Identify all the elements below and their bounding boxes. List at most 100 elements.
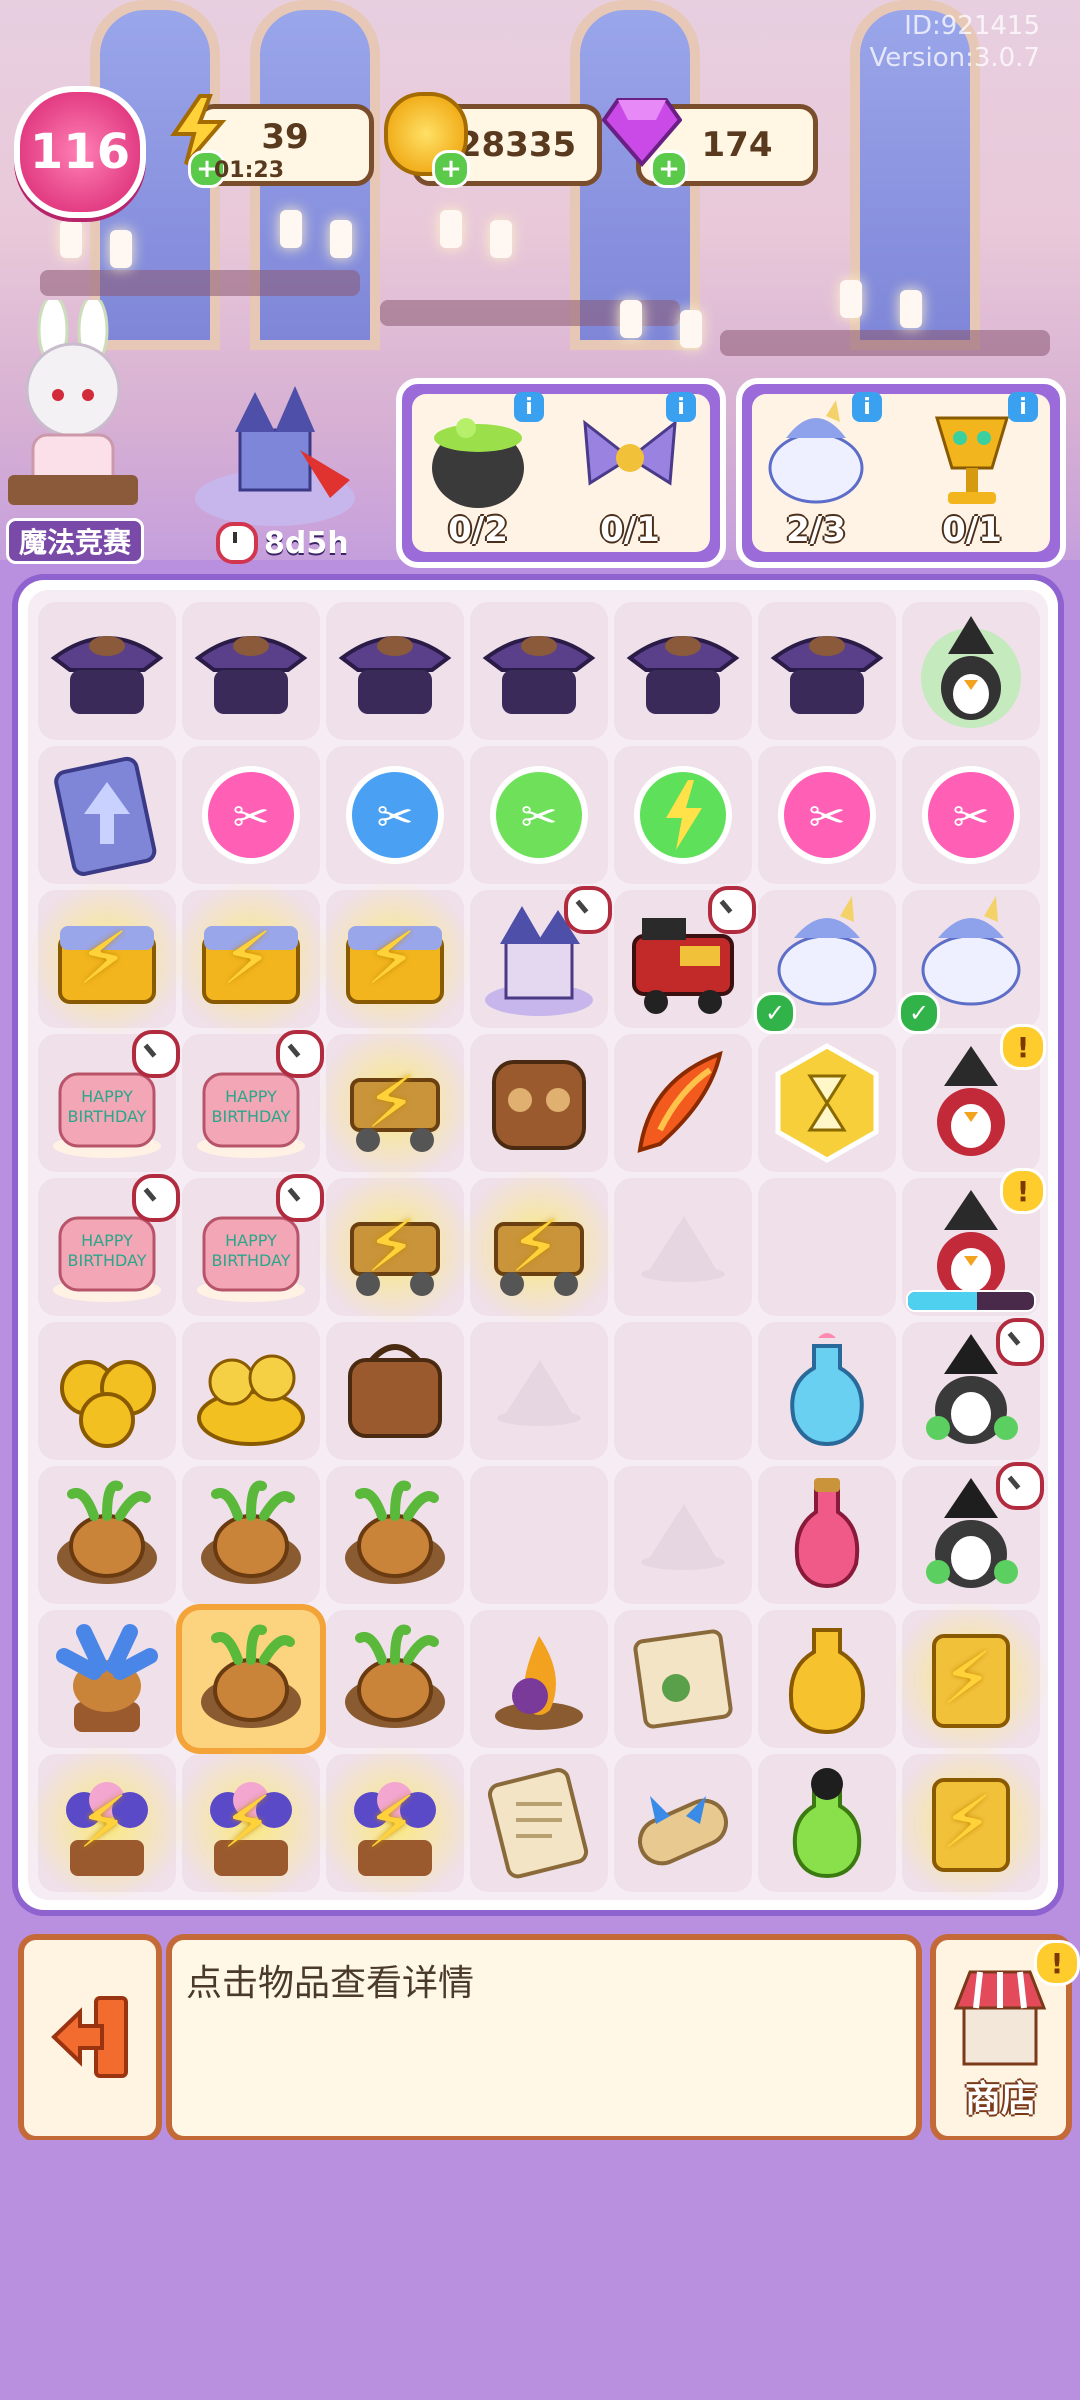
board-cell[interactable]	[614, 1034, 752, 1172]
board-cell[interactable]	[38, 746, 176, 884]
board-cell[interactable]	[470, 1322, 608, 1460]
board-cell[interactable]	[470, 1610, 608, 1748]
board-cell[interactable]	[470, 602, 608, 740]
board-cell[interactable]	[902, 1462, 1044, 1604]
board-cell[interactable]: ✂	[758, 746, 896, 884]
board-cell[interactable]	[758, 1610, 896, 1748]
order-item-bow-ribbon[interactable]: i 0/1	[570, 392, 696, 550]
board-cell[interactable]	[470, 886, 612, 1028]
board-cell[interactable]	[758, 602, 896, 740]
info-icon[interactable]: i	[852, 392, 882, 422]
board-cell[interactable]: ✂	[902, 746, 1040, 884]
event-castle-icon[interactable]	[190, 380, 360, 530]
potion-pink-icon	[764, 1472, 890, 1598]
exit-door-icon	[51, 1996, 128, 2078]
add-gems-button[interactable]: +	[650, 150, 688, 188]
board-cell[interactable]: ✂	[182, 746, 320, 884]
board-cell[interactable]: ✓	[898, 890, 1040, 1034]
production-progress-bar	[906, 1290, 1036, 1312]
board-cell[interactable]	[326, 1322, 464, 1460]
board-cell[interactable]: ⚡	[172, 880, 330, 1038]
order-item-cauldron[interactable]: i 0/2	[418, 392, 544, 550]
board-cell[interactable]	[758, 1466, 896, 1604]
info-icon[interactable]: i	[666, 392, 696, 422]
board-cell[interactable]	[470, 1466, 608, 1604]
board-cell[interactable]: ⚡	[316, 880, 474, 1038]
svg-text:HAPPY: HAPPY	[81, 1231, 133, 1250]
svg-text:HAPPY: HAPPY	[81, 1087, 133, 1106]
board-cell[interactable]: HAPPY BIRTHDAY	[38, 1030, 180, 1172]
board-cell[interactable]: ✓	[754, 890, 896, 1034]
order-card-1[interactable]: i 0/2 i 0/1	[396, 378, 726, 568]
board-cell[interactable]	[470, 1034, 608, 1172]
board-cell[interactable]	[614, 602, 752, 740]
board-cell[interactable]: ⚡	[28, 880, 186, 1038]
board-cell[interactable]: ⚡	[460, 1168, 618, 1326]
candle	[280, 210, 302, 248]
merge-board: ✂ ✂ ✂ ✂ ✂ ⚡ ⚡ ⚡ ✓ ✓ HAPPY BIRTHDAY HAPPY BIRTHDAY ⚡! HA…	[18, 580, 1058, 1910]
board-cell[interactable]: HAPPY BIRTHDAY	[182, 1174, 324, 1316]
add-coins-button[interactable]: +	[432, 150, 470, 188]
witch-table-icon	[476, 608, 602, 734]
board-cell[interactable]	[902, 602, 1040, 740]
order-count: 0/2	[448, 510, 508, 550]
potion-blue-icon	[764, 1328, 890, 1454]
event-title[interactable]: 魔法竞赛	[6, 518, 145, 564]
player-level-badge[interactable]: 116	[14, 86, 146, 218]
candle	[330, 220, 352, 258]
board-cell[interactable]	[614, 1466, 752, 1604]
lock-bolt-icon: ⚡	[942, 1636, 993, 1720]
board-cell[interactable]: HAPPY BIRTHDAY	[182, 1030, 324, 1172]
board-cell[interactable]	[758, 1754, 896, 1892]
board-cell[interactable]: ⚡	[316, 1024, 474, 1182]
board-cell[interactable]	[182, 1610, 320, 1748]
board-cell[interactable]	[326, 602, 464, 740]
board-cell[interactable]	[758, 1034, 896, 1172]
board-cell[interactable]: ⚡	[316, 1744, 474, 1902]
board-cell[interactable]	[758, 1322, 896, 1460]
hat-placeholder-icon	[640, 1500, 726, 1570]
clock-icon	[216, 522, 258, 564]
board-cell[interactable]	[470, 1754, 608, 1892]
board-cell[interactable]: ✂	[470, 746, 608, 884]
board-cell[interactable]	[614, 886, 756, 1028]
bunny-character[interactable]	[8, 294, 138, 520]
board-cell[interactable]	[614, 1754, 752, 1892]
board-cell[interactable]	[326, 1610, 464, 1748]
board-cell[interactable]	[38, 602, 176, 740]
board-cell[interactable]: ⚡	[172, 1744, 330, 1902]
scroll-bow-icon	[620, 1760, 746, 1886]
board-cell[interactable]: ⚡	[892, 1600, 1050, 1758]
board-cell[interactable]	[614, 746, 752, 884]
board-cell[interactable]: !	[902, 1024, 1046, 1172]
order-item-unicorn[interactable]: i 2/3	[756, 392, 882, 550]
board-cell[interactable]	[182, 602, 320, 740]
board-cell[interactable]	[182, 1322, 320, 1460]
info-icon[interactable]: i	[1008, 392, 1038, 422]
order-card-2[interactable]: i 2/3 i 0/1	[736, 378, 1066, 568]
order-item-goblet[interactable]: i 0/1	[912, 392, 1038, 550]
potion-green-cat-icon	[764, 1760, 890, 1886]
board-cell[interactable]: ⚡	[28, 1744, 186, 1902]
board-cell[interactable]	[614, 1178, 752, 1316]
board-cell[interactable]	[38, 1610, 176, 1748]
board-cell[interactable]: ⚡	[892, 1744, 1050, 1902]
board-cell[interactable]: HAPPY BIRTHDAY	[38, 1174, 180, 1316]
witch-table-icon	[332, 608, 458, 734]
shop-button[interactable]: ! 商店	[930, 1934, 1080, 2142]
board-cell[interactable]: ✂	[326, 746, 464, 884]
board-cell[interactable]	[614, 1322, 752, 1460]
info-icon[interactable]: i	[514, 392, 544, 422]
board-cell[interactable]	[38, 1322, 176, 1460]
board-cell[interactable]	[758, 1178, 896, 1316]
svg-text:HAPPY: HAPPY	[225, 1087, 277, 1106]
board-cell[interactable]	[326, 1466, 464, 1604]
board-cell[interactable]	[38, 1466, 176, 1604]
exit-button[interactable]	[18, 1934, 162, 2142]
board-cell[interactable]	[614, 1610, 752, 1748]
board-cell[interactable]	[902, 1318, 1044, 1460]
svg-text:✂: ✂	[953, 792, 990, 843]
board-cell[interactable]: ⚡	[316, 1168, 474, 1326]
board-cell[interactable]: !	[902, 1168, 1046, 1316]
board-cell[interactable]	[182, 1466, 320, 1604]
